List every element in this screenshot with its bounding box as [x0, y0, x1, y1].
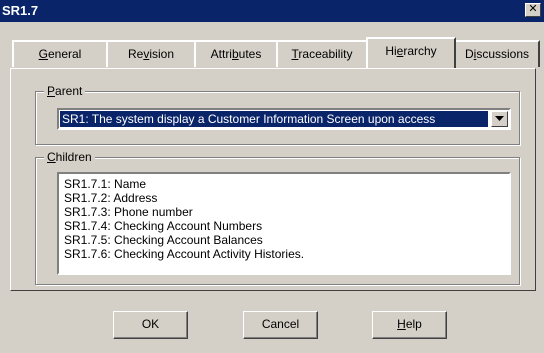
parent-label: Parent [44, 84, 86, 98]
parent-combobox[interactable]: SR1: The system display a Customer Infor… [57, 108, 511, 130]
title-bar: SR1.7 ✕ [0, 0, 544, 22]
tab-attributes[interactable]: Attributes [194, 40, 278, 67]
tab-traceability[interactable]: Traceability [276, 40, 368, 67]
list-item[interactable]: SR1.7.1: Name [64, 177, 504, 191]
parent-selected-value: SR1: The system display a Customer Infor… [60, 111, 488, 127]
list-item[interactable]: SR1.7.4: Checking Account Numbers [64, 219, 504, 233]
children-label: Children [44, 150, 95, 164]
dropdown-button[interactable] [491, 111, 508, 127]
ok-button[interactable]: OK [113, 311, 188, 339]
tab-hierarchy[interactable]: Hierarchy [366, 37, 456, 68]
tab-general[interactable]: General [12, 40, 108, 67]
children-listbox[interactable]: SR1.7.1: Name SR1.7.2: Address SR1.7.3: … [57, 172, 511, 275]
list-item[interactable]: SR1.7.5: Checking Account Balances [64, 233, 504, 247]
close-icon: ✕ [528, 3, 538, 15]
list-item[interactable]: SR1.7.3: Phone number [64, 205, 504, 219]
list-item[interactable]: SR1.7.2: Address [64, 191, 504, 205]
help-button[interactable]: Help [372, 311, 447, 339]
cancel-button[interactable]: Cancel [243, 311, 318, 339]
tab-strip: General Revision Attributes Traceability… [0, 37, 544, 70]
chevron-down-icon [495, 116, 504, 121]
list-item[interactable]: SR1.7.6: Checking Account Activity Histo… [64, 247, 504, 261]
close-button[interactable]: ✕ [525, 3, 541, 17]
tab-revision[interactable]: Revision [106, 40, 196, 67]
window-title: SR1.7 [2, 3, 39, 18]
tab-discussions[interactable]: Discussions [454, 40, 540, 67]
